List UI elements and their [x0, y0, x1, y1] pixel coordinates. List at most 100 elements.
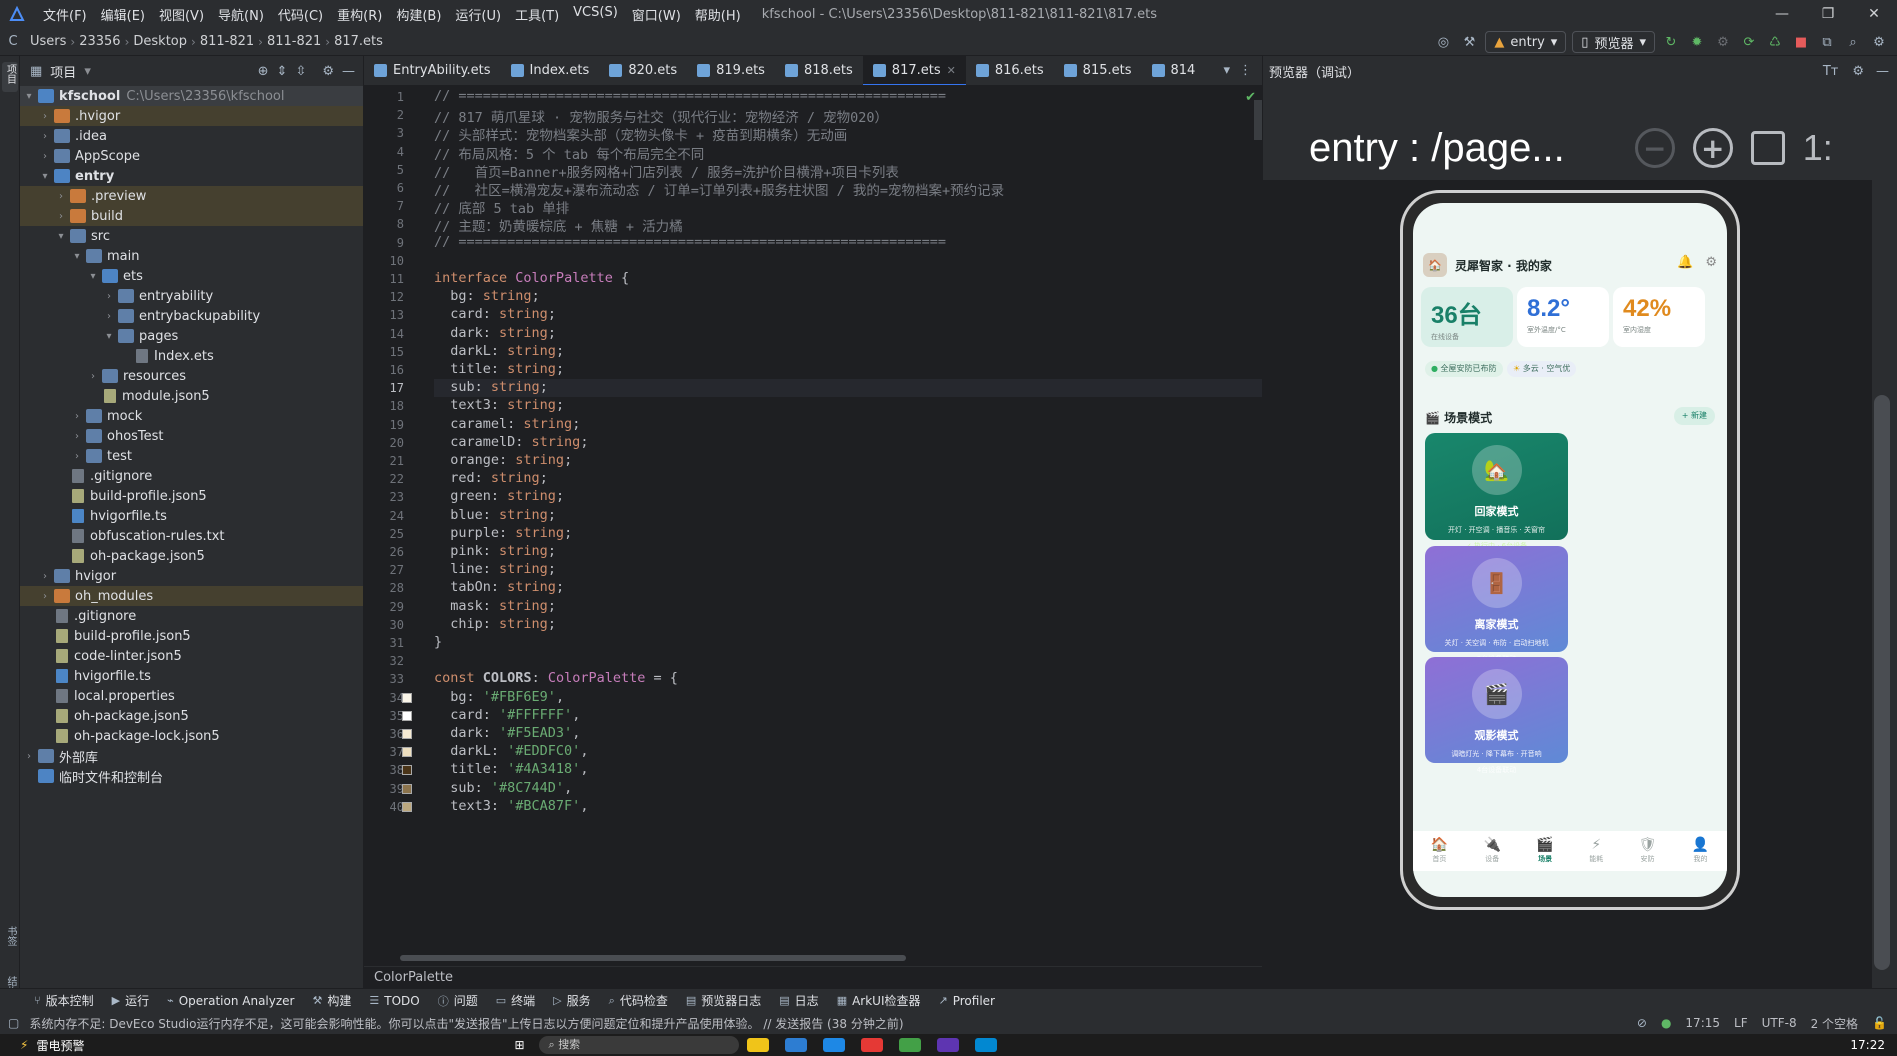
phone-tab-0[interactable]: 🏠 首页: [1431, 838, 1448, 864]
expand-all-icon[interactable]: ⇕: [277, 64, 288, 79]
scene-card[interactable]: 🏡回家模式开灯 · 开空调 · 播音乐 · 关窗帘✓ 执行中 · 6台设备: [1425, 433, 1568, 550]
tree-item[interactable]: ▾ kfschool C:\Users\23356\kfschool: [20, 86, 363, 106]
tool-window-button[interactable]: ▦ ArkUI检查器: [829, 992, 929, 1009]
code-line[interactable]: red: string;: [434, 470, 548, 486]
gear-icon[interactable]: ⚙: [322, 64, 334, 79]
tabs-overflow-icon[interactable]: ▾: [1223, 63, 1230, 78]
editor-tab[interactable]: 816.ets: [966, 56, 1054, 85]
chevron-right-icon[interactable]: ›: [70, 411, 84, 422]
store-icon[interactable]: [784, 1038, 807, 1052]
browser-icon[interactable]: [822, 1038, 845, 1052]
chevron-right-icon[interactable]: ›: [38, 591, 52, 602]
editor-horizontal-scrollbar[interactable]: [400, 955, 906, 961]
tabs-menu-icon[interactable]: ⋮: [1239, 63, 1252, 78]
status-panel-icon[interactable]: ▢: [8, 1016, 19, 1030]
code-line[interactable]: text3: string;: [434, 397, 564, 413]
scene-card[interactable]: 🎬 观影模式 调暗灯光 · 降下幕布 · 开音响 4台设备联动: [1425, 657, 1568, 774]
stat-card[interactable]: 36台 在线设备: [1421, 287, 1513, 347]
phone-tab-4[interactable]: 🛡 安防: [1639, 838, 1657, 864]
tool-window-button[interactable]: ⑂ 版本控制: [26, 992, 102, 1009]
editor-tab[interactable]: 814: [1142, 56, 1206, 85]
code-line[interactable]: interface ColorPalette {: [434, 270, 629, 286]
code-line[interactable]: // =====================================…: [434, 234, 946, 250]
editor-breadcrumb[interactable]: ColorPalette: [364, 966, 1262, 988]
tree-item[interactable]: › resources: [20, 366, 363, 386]
tree-item[interactable]: module.json5: [20, 386, 363, 406]
chevron-down-icon[interactable]: ▾: [38, 171, 52, 182]
breadcrumb-item[interactable]: 811-821: [196, 34, 258, 49]
code-line[interactable]: line: string;: [434, 561, 556, 577]
tree-item[interactable]: › 外部库: [20, 746, 363, 766]
tool-window-button[interactable]: ▤ 预览器日志: [678, 992, 769, 1009]
chevron-right-icon[interactable]: ›: [22, 751, 36, 762]
zoom-out-icon[interactable]: −: [1634, 128, 1675, 168]
collapse-all-icon[interactable]: ⇳: [295, 64, 306, 79]
chevron-down-icon[interactable]: ▾: [70, 251, 84, 262]
font-size-icon[interactable]: Tт: [1823, 64, 1839, 79]
tree-item[interactable]: hvigorfile.ts: [20, 506, 363, 526]
hammer-icon[interactable]: ⚒: [1459, 32, 1479, 52]
code-line[interactable]: chip: string;: [434, 616, 556, 632]
code-line[interactable]: }: [434, 634, 442, 650]
code-line[interactable]: dark: string;: [434, 325, 556, 341]
tree-item[interactable]: › .hvigor: [20, 106, 363, 126]
editor-vertical-scrollbar[interactable]: [1254, 100, 1262, 140]
menu-item[interactable]: 窗口(W): [625, 5, 688, 24]
project-panel-title[interactable]: 项目: [50, 62, 76, 81]
code-line[interactable]: sub: '#8C744D',: [434, 780, 572, 796]
tool-window-button[interactable]: ▭ 终端: [488, 992, 543, 1009]
vscode-icon[interactable]: [974, 1038, 997, 1052]
tree-item[interactable]: build-profile.json5: [20, 486, 363, 506]
profile-icon[interactable]: ♺: [1765, 32, 1785, 52]
phone-tab-1[interactable]: 🔌 设备: [1484, 838, 1501, 864]
tool-window-button[interactable]: ⓘ 问题: [430, 992, 486, 1009]
code-line[interactable]: bg: '#FBF6E9',: [434, 689, 564, 705]
tree-item[interactable]: ▾ pages: [20, 326, 363, 346]
taskbar-search[interactable]: ⌕ 搜索: [538, 1036, 739, 1054]
code-line[interactable]: bg: string;: [434, 288, 539, 304]
breadcrumb-item[interactable]: Users: [26, 34, 70, 49]
tree-item[interactable]: .gitignore: [20, 466, 363, 486]
device-manager-icon[interactable]: ⧉: [1817, 32, 1837, 52]
indent-setting[interactable]: 2 个空格: [1811, 1015, 1858, 1032]
tree-item[interactable]: › entryability: [20, 286, 363, 306]
tree-item[interactable]: › ohosTest: [20, 426, 363, 446]
tree-item[interactable]: hvigorfile.ts: [20, 666, 363, 686]
breadcrumb-item[interactable]: 23356: [75, 34, 124, 49]
minimize-button[interactable]: —: [1759, 0, 1805, 28]
tree-item[interactable]: ▾ src: [20, 226, 363, 246]
tree-item[interactable]: › oh_modules: [20, 586, 363, 606]
chevron-right-icon[interactable]: ›: [54, 191, 68, 202]
menu-item[interactable]: 构建(B): [389, 5, 448, 24]
project-tool-button[interactable]: 项目: [2, 62, 18, 92]
chevron-right-icon[interactable]: ›: [102, 291, 116, 302]
code-line[interactable]: title: '#4A3418',: [434, 761, 588, 777]
tree-item[interactable]: › .preview: [20, 186, 363, 206]
code-line[interactable]: text3: '#BCA87F',: [434, 798, 588, 814]
chevron-right-icon[interactable]: ›: [70, 451, 84, 462]
app-red-icon[interactable]: [860, 1038, 883, 1052]
target-icon[interactable]: ◎: [1433, 32, 1453, 52]
chevron-right-icon[interactable]: ›: [38, 151, 52, 162]
tool-window-button[interactable]: ⌕ 代码检查: [601, 992, 676, 1009]
tree-item[interactable]: .gitignore: [20, 606, 363, 626]
editor-tab[interactable]: EntryAbility.ets: [364, 56, 501, 85]
maximize-button[interactable]: ❐: [1805, 0, 1851, 28]
tree-item[interactable]: › hvigor: [20, 566, 363, 586]
status-chip[interactable]: ☀ 多云 · 空气优: [1507, 361, 1577, 377]
tree-item[interactable]: code-linter.json5: [20, 646, 363, 666]
chevron-right-icon[interactable]: ›: [38, 111, 52, 122]
code-line[interactable]: blue: string;: [434, 507, 556, 523]
menu-item[interactable]: 导航(N): [211, 5, 271, 24]
menu-item[interactable]: 帮助(H): [688, 5, 748, 24]
module-select[interactable]: ▲ entry ▾: [1485, 31, 1567, 53]
stat-card[interactable]: 8.2° 室外温度/°C: [1517, 287, 1609, 347]
chevron-right-icon[interactable]: ›: [38, 571, 52, 582]
tool-window-button[interactable]: ▶ 运行: [104, 992, 157, 1009]
reload-icon[interactable]: ⟳: [1739, 32, 1759, 52]
chevron-down-icon[interactable]: ▾: [54, 231, 68, 242]
chevron-down-icon[interactable]: ▾: [86, 271, 100, 282]
editor-tab[interactable]: 819.ets: [687, 56, 775, 85]
gear-icon[interactable]: ⚙: [1852, 64, 1864, 79]
code-line[interactable]: // =====================================…: [434, 88, 946, 104]
